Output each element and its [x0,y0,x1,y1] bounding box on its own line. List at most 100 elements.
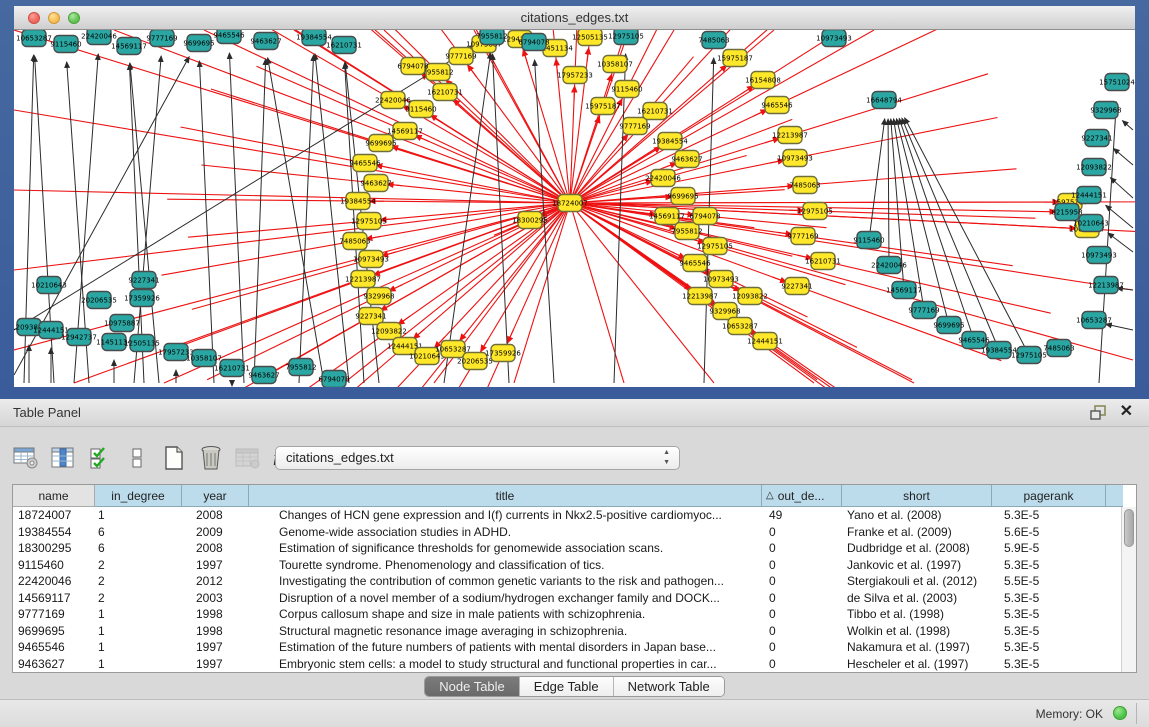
column-header-title[interactable]: title [249,485,762,507]
graph-node[interactable]: 7485063 [698,32,729,49]
column-header-short[interactable]: short [842,485,992,507]
graph-node[interactable]: 9227341 [128,272,159,289]
graph-node[interactable]: 17359926 [124,290,160,307]
graph-node[interactable]: 10973493 [353,251,389,268]
graph-node[interactable]: 12093822 [1076,159,1112,176]
delete-column-icon[interactable] [197,444,225,472]
graph-node[interactable]: 9115460 [611,81,642,98]
graph-node[interactable]: 9227341 [1081,130,1112,147]
graph-node[interactable]: 14569117 [886,282,922,299]
graph-node[interactable]: 7485063 [1043,340,1074,357]
table-row[interactable]: 977716911998Corpus callosum shape and si… [13,606,1136,623]
float-panel-icon[interactable] [1090,405,1107,420]
graph-node[interactable]: 16648794 [866,92,902,109]
table-row[interactable]: 911546021997Tourette syndrome. Phenomeno… [13,557,1136,574]
tab-network-table[interactable]: Network Table [614,677,724,696]
graph-node[interactable]: 9115460 [853,232,884,249]
memory-ok-indicator[interactable] [1113,706,1127,720]
tab-node-table[interactable]: Node Table [425,677,520,696]
graph-node[interactable]: 6794078 [518,34,549,51]
column-header-out_de[interactable]: △out_de... [762,485,842,507]
table-row[interactable]: 969969511998Structural magnetic resonanc… [13,623,1136,640]
graph-node[interactable]: 9699695 [667,188,698,205]
graph-node[interactable]: 9777169 [619,118,650,135]
graph-node[interactable]: 10210643 [31,277,67,294]
graph-node[interactable]: 10358107 [597,56,633,73]
graph-node[interactable]: 6794078 [318,371,349,388]
table-row[interactable]: 2242004622012Investigating the contribut… [13,573,1136,590]
graph-node[interactable]: 9115460 [50,36,81,53]
graph-node[interactable]: 9777169 [908,302,939,319]
graph-node[interactable]: 12213987 [772,127,808,144]
graph-node[interactable]: 9463627 [671,151,702,168]
graph-node[interactable]: 16210731 [805,253,841,270]
column-header-pagerank[interactable]: pagerank [992,485,1106,507]
graph-node[interactable]: 20206535 [81,292,117,309]
network-window-titlebar[interactable]: citations_edges.txt [14,6,1135,30]
table-scrollbar-thumb[interactable] [1124,509,1134,547]
graph-node[interactable]: 7485063 [789,177,820,194]
graph-node[interactable]: 6794078 [689,208,720,225]
graph-node[interactable]: 19384554 [340,193,376,210]
table-mode-icon[interactable] [12,444,40,472]
graph-node[interactable]: 9465546 [213,30,245,44]
graph-node[interactable]: 9465546 [761,97,793,114]
table-scrollbar[interactable] [1121,507,1136,672]
tab-edge-table[interactable]: Edge Table [520,677,614,696]
graph-node[interactable]: 9699695 [365,135,396,152]
graph-node[interactable]: 9699695 [933,317,964,334]
graph-node[interactable]: 22420046 [645,170,681,187]
table-header-row: namein_degreeyeartitle△out_de...shortpag… [13,485,1136,507]
table-row[interactable]: 1872400712008Changes of HCN gene express… [13,507,1136,524]
graph-node[interactable]: 9463627 [248,367,279,384]
graph-node[interactable]: 9329968 [363,288,394,305]
graph-node[interactable]: 9463627 [360,175,391,192]
graph-edge [493,54,509,383]
network-canvas[interactable]: 9777169795581267940781621073191154602242… [14,30,1135,387]
graph-node[interactable]: 12505135 [572,30,608,46]
table-row[interactable]: 946554611997Estimation of the future num… [13,639,1136,656]
graph-node[interactable]: 12975105 [608,30,644,45]
table-select-dropdown[interactable]: citations_edges.txt ▲▼ [275,446,680,470]
graph-node[interactable]: 12213987 [1088,277,1124,294]
graph-node[interactable]: 17957233 [557,67,593,84]
show-columns-icon[interactable] [49,444,77,472]
table-row[interactable]: 946362711997Embryonic stem cells: a mode… [13,656,1136,673]
graph-node[interactable]: 12975105 [797,203,833,220]
graph-node[interactable]: 6794078 [397,58,428,75]
graph-node[interactable]: 8215958 [1051,204,1082,221]
graph-node[interactable]: 9465546 [349,155,381,172]
close-panel-icon[interactable]: ✕ [1120,403,1133,421]
graph-node-label: 12093822 [732,292,768,300]
graph-node[interactable]: 10973493 [1081,247,1117,264]
graph-node[interactable]: 10973493 [777,150,813,167]
graph-node[interactable]: 9465546 [679,255,711,272]
graph-node[interactable]: 7955812 [285,359,316,376]
graph-node[interactable]: 10653287 [1076,312,1112,329]
graph-node[interactable]: 9227341 [781,278,812,295]
graph-node[interactable]: 9699695 [183,35,214,52]
new-column-icon[interactable] [160,444,188,472]
graph-node[interactable]: 12975105 [351,213,387,230]
graph-node[interactable]: 9463627 [250,33,281,50]
select-all-icon[interactable] [86,444,114,472]
graph-node[interactable]: 7955812 [476,30,507,45]
graph-node[interactable]: 10653287 [16,30,52,47]
graph-node[interactable]: 10975887 [104,315,140,332]
column-header-in_degree[interactable]: in_degree [95,485,182,507]
table-row[interactable]: 1938455462009Genome-wide association stu… [13,524,1136,541]
graph-node-label: 9777169 [619,122,650,130]
column-header-year[interactable]: year [182,485,249,507]
graph-node[interactable]: 9777169 [146,30,177,47]
graph-node-label: 15751024 [1099,78,1135,86]
table-row[interactable]: 1456911722003Disruption of a novel membe… [13,590,1136,607]
table-row[interactable]: 1830029562008Estimation of significance … [13,540,1136,557]
column-header-name[interactable]: name [13,485,95,507]
graph-node[interactable]: 10973493 [816,30,852,47]
graph-node[interactable]: 9777169 [787,228,818,245]
deselect-all-icon[interactable] [123,444,151,472]
graph-node[interactable]: 9329968 [1090,102,1121,119]
graph-node[interactable]: 7485063 [339,233,370,250]
graph-node[interactable]: 15751024 [1099,74,1135,91]
graph-node-label: 14569117 [111,42,147,50]
